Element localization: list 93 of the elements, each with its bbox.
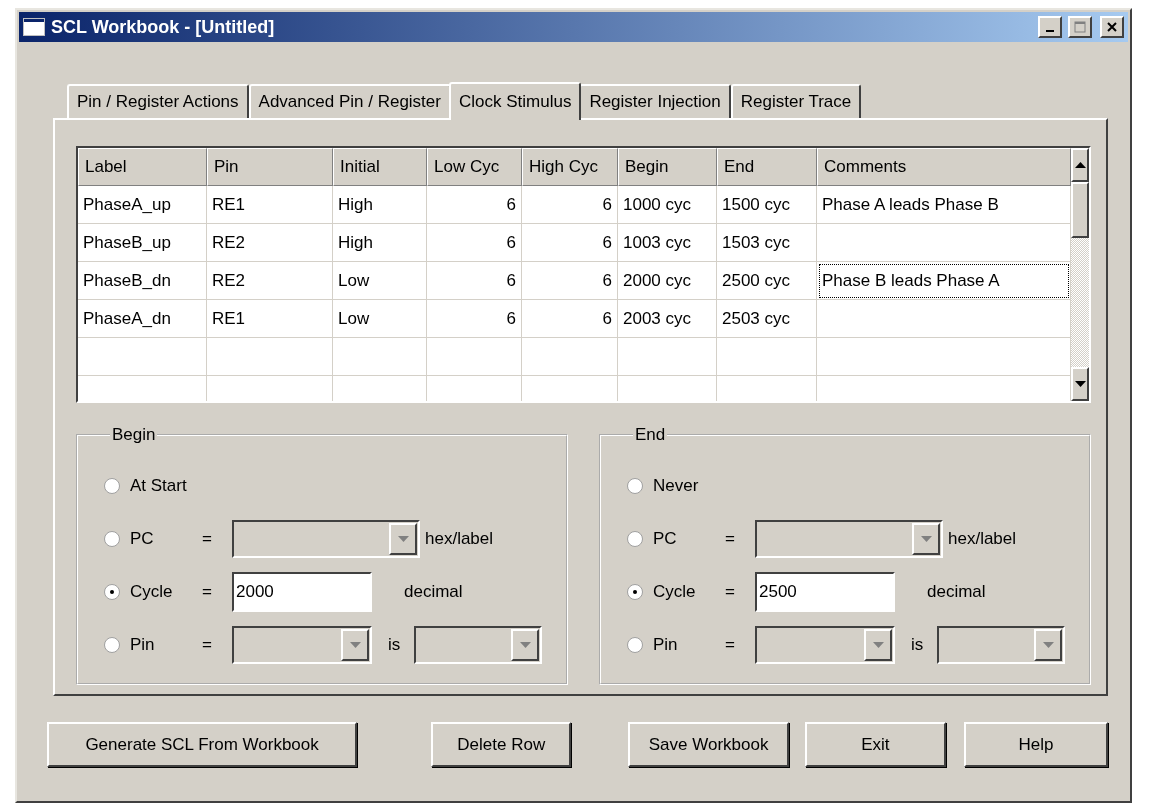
scroll-down-icon: [1074, 381, 1086, 387]
group-title: End: [634, 425, 667, 445]
equals-sign: =: [725, 528, 736, 549]
table-cell: PhaseA_dn: [78, 300, 207, 338]
dropdown-arrow-icon: [920, 535, 932, 542]
table-cell: RE1: [207, 300, 333, 338]
table-cell: PhaseA_up: [78, 186, 207, 224]
action-button[interactable]: Help: [963, 722, 1108, 767]
table-cell: 1500 cyc: [717, 186, 817, 224]
table-cell: RE1: [207, 186, 333, 224]
scroll-up-icon: [1074, 162, 1086, 168]
equals-sign: =: [725, 581, 736, 602]
equals-sign: =: [202, 528, 213, 549]
table-cell: PhaseB_up: [78, 224, 207, 262]
close-button[interactable]: [1100, 16, 1124, 38]
table-cell: Phase B leads Phase A: [817, 262, 1071, 300]
action-button[interactable]: Exit: [804, 722, 946, 767]
scrollbar[interactable]: [1071, 148, 1089, 401]
table-cell: 1503 cyc: [717, 224, 817, 262]
table-cell: 6: [427, 186, 522, 224]
table-cell: 6: [427, 300, 522, 338]
dropdown-arrow-icon: [397, 535, 409, 542]
group-title: Begin: [111, 425, 157, 445]
tab[interactable]: Register Trace: [730, 84, 862, 118]
unit-label: hex/label: [948, 528, 1017, 549]
connector-label: is: [388, 634, 401, 655]
unit-label: decimal: [927, 581, 986, 602]
radio-button[interactable]: [627, 583, 643, 600]
minimize-button[interactable]: [1038, 16, 1062, 38]
table-cell: Low: [333, 262, 427, 300]
table-cell: RE2: [207, 224, 333, 262]
tab[interactable]: Register Injection: [579, 84, 731, 118]
window-icon: [23, 18, 45, 36]
column-header[interactable]: Initial: [333, 148, 427, 186]
table-cell: 2503 cyc: [717, 300, 817, 338]
input-field[interactable]: 2000: [232, 571, 372, 612]
table-cell: Low: [333, 300, 427, 338]
table-cell: 2500 cyc: [717, 262, 817, 300]
unit-label: decimal: [404, 581, 463, 602]
table-cell: 6: [427, 262, 522, 300]
column-header[interactable]: Begin: [618, 148, 717, 186]
equals-sign: =: [202, 581, 213, 602]
equals-sign: =: [725, 634, 736, 655]
window-title: SCL Workbook - [Untitled]: [51, 16, 276, 38]
action-button[interactable]: Save Workbook: [628, 722, 789, 767]
column-header[interactable]: Comments: [817, 148, 1071, 186]
tab[interactable]: Pin / Register Actions: [67, 84, 249, 118]
action-button[interactable]: Delete Row: [431, 722, 572, 767]
dropdown-arrow-icon: [349, 641, 361, 648]
option-label: At Start: [130, 475, 188, 496]
table-cell: High: [333, 186, 427, 224]
table-cell: 6: [522, 262, 618, 300]
dropdown-arrow-icon: [872, 641, 884, 648]
connector-label: is: [911, 634, 924, 655]
unit-label: hex/label: [425, 528, 494, 549]
radio-button[interactable]: [104, 477, 120, 494]
option-label: Pin: [130, 634, 156, 655]
column-header[interactable]: High Cyc: [522, 148, 618, 186]
option-label: PC: [653, 528, 678, 549]
table-cell: 2000 cyc: [618, 262, 717, 300]
table-cell: PhaseB_dn: [78, 262, 207, 300]
option-label: Cycle: [130, 581, 174, 602]
table-cell: 6: [522, 186, 618, 224]
radio-button[interactable]: [104, 583, 120, 600]
scroll-thumb[interactable]: [1071, 182, 1089, 238]
option-label: Pin: [653, 634, 679, 655]
table-cell: 6: [522, 224, 618, 262]
option-label: Never: [653, 475, 700, 496]
option-label: PC: [130, 528, 155, 549]
table-cell: 6: [427, 224, 522, 262]
table-cell: 2003 cyc: [618, 300, 717, 338]
option-label: Cycle: [653, 581, 697, 602]
table-cell: 6: [522, 300, 618, 338]
equals-sign: =: [202, 634, 213, 655]
column-header[interactable]: Label: [78, 148, 207, 186]
radio-button[interactable]: [627, 477, 643, 494]
table-cell: High: [333, 224, 427, 262]
maximize-button[interactable]: [1068, 16, 1092, 38]
table-cell: 1000 cyc: [618, 186, 717, 224]
close-icon: [1106, 21, 1118, 33]
dropdown-arrow-icon: [1042, 641, 1054, 648]
tab[interactable]: Clock Stimulus: [448, 82, 582, 120]
minimize-icon: [1046, 30, 1054, 32]
tab[interactable]: Advanced Pin / Register: [248, 84, 451, 118]
input-field[interactable]: 2500: [755, 571, 895, 612]
column-header[interactable]: Pin: [207, 148, 333, 186]
column-header[interactable]: Low Cyc: [427, 148, 522, 186]
table-cell: RE2: [207, 262, 333, 300]
action-button[interactable]: Generate SCL From Workbook: [47, 722, 358, 767]
dropdown-arrow-icon: [519, 641, 531, 648]
table-cell: 1003 cyc: [618, 224, 717, 262]
column-header[interactable]: End: [717, 148, 817, 186]
maximize-icon: [1074, 21, 1086, 33]
